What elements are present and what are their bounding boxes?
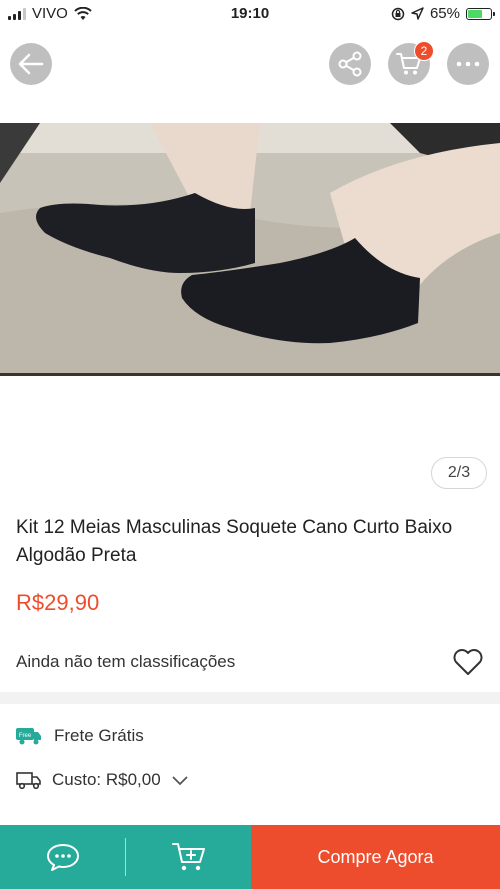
shipping-cost-row[interactable]: Custo: R$0,00 [16, 770, 189, 790]
chat-icon [46, 844, 79, 871]
status-right: 65% [391, 5, 495, 22]
chat-button[interactable] [0, 825, 125, 889]
share-icon [338, 51, 362, 77]
bottom-left-group [0, 825, 251, 889]
shipping-cost-label: Custo: R$0,00 [52, 770, 161, 789]
add-to-cart-icon [171, 843, 205, 871]
bottom-action-bar: Compre Agora [0, 825, 500, 889]
product-title: Kit 12 Meias Masculinas Soquete Cano Cur… [16, 517, 453, 566]
section-divider [0, 692, 500, 704]
chevron-down-icon [172, 776, 188, 786]
product-image[interactable] [0, 123, 500, 376]
cart-count-badge: 2 [414, 41, 434, 61]
heart-icon[interactable] [452, 648, 484, 676]
free-shipping-truck-icon: Free [16, 728, 41, 745]
buy-now-button[interactable]: Compre Agora [251, 825, 500, 889]
arrow-left-icon [18, 53, 44, 75]
cart-button[interactable]: 2 [388, 41, 434, 85]
truck-icon [16, 772, 41, 790]
battery-icon [466, 7, 495, 20]
free-shipping-label: Frete Grátis [54, 726, 144, 745]
product-photo-socks [0, 123, 500, 376]
more-button[interactable] [447, 43, 489, 85]
product-price: R$29,90 [16, 590, 100, 615]
shipping-row: Free Frete Grátis [16, 726, 144, 746]
back-button[interactable] [10, 43, 52, 85]
free-badge-text: Free [19, 733, 32, 739]
ratings-text: Ainda não tem classificações [16, 652, 236, 671]
image-counter: 2/3 [431, 457, 487, 489]
add-to-cart-button[interactable] [126, 825, 251, 889]
status-bar: VIVO 19:10 65% [0, 0, 500, 28]
battery-percent: 65% [429, 5, 460, 22]
share-button[interactable] [329, 43, 371, 85]
ratings-row: Ainda não tem classificações [16, 648, 484, 676]
more-dots-icon [456, 61, 480, 67]
rotation-lock-icon [391, 7, 405, 20]
location-icon [411, 7, 424, 20]
